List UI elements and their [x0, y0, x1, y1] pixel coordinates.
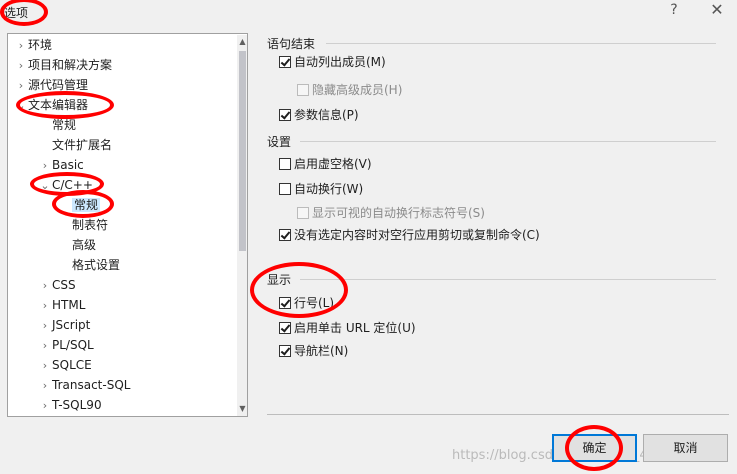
scroll-up-icon[interactable]: ▲ — [237, 35, 247, 49]
tree-item-projects-solutions[interactable]: › 项目和解决方案 — [14, 55, 112, 75]
tree-item-formatting[interactable]: 格式设置 — [58, 255, 120, 275]
auto-list-members-label: 自动列出成员(M) — [294, 55, 386, 69]
tree-item-label: 环境 — [28, 38, 53, 52]
single-click-url-option[interactable]: 启用单击 URL 定位(U) — [279, 319, 416, 339]
tree-item-tabs[interactable]: 制表符 — [58, 215, 108, 235]
chevron-down-icon[interactable]: ⌄ — [38, 176, 52, 196]
wrap-glyphs-checkbox[interactable] — [297, 207, 309, 219]
tree-item-label: 高级 — [72, 238, 97, 252]
copy-cut-blank-line-label: 没有选定内容时对空行应用剪切或复制命令(C) — [294, 228, 540, 242]
section-statement-completion: 语句结束 — [267, 37, 316, 51]
hide-advanced-members-label: 隐藏高级成员(H) — [312, 83, 403, 97]
tree-item-advanced[interactable]: 高级 — [58, 235, 96, 255]
tree-item-label: 文本编辑器 — [28, 98, 89, 112]
auto-list-members-option[interactable]: 自动列出成员(M) — [279, 53, 386, 73]
line-numbers-option[interactable]: 行号(L) — [279, 294, 334, 314]
tree-scrollbar[interactable]: ▲ ▼ — [237, 35, 247, 416]
tree-item-cpp[interactable]: ⌄ C/C++ — [38, 175, 93, 195]
wrap-glyphs-label: 显示可视的自动换行标志符号(S) — [312, 206, 485, 220]
navigation-bar-option[interactable]: 导航栏(N) — [279, 342, 348, 362]
parameter-info-checkbox[interactable] — [279, 109, 291, 121]
options-tree[interactable]: › 环境 › 项目和解决方案 › 源代码管理 ⌄ 文本编辑器 常规 文件扩展名 › Bas… — [7, 33, 248, 417]
copy-cut-blank-line-checkbox[interactable] — [279, 229, 291, 241]
tree-item-label: 常规 — [52, 118, 77, 132]
tree-item-label: HTML — [52, 298, 86, 312]
section-settings: 设置 — [267, 135, 292, 149]
virtual-space-label: 启用虚空格(V) — [294, 157, 372, 171]
tree-item-label: Basic — [52, 158, 84, 172]
chevron-right-icon[interactable]: › — [38, 156, 52, 176]
tree-item-label: 制表符 — [72, 218, 109, 232]
tree-item-transact-sql[interactable]: › Transact-SQL — [38, 375, 131, 396]
tree-item-html[interactable]: › HTML — [38, 295, 86, 316]
chevron-right-icon[interactable]: › — [14, 56, 28, 76]
line-numbers-checkbox[interactable] — [279, 297, 291, 309]
chevron-right-icon[interactable]: › — [38, 356, 52, 376]
chevron-right-icon[interactable]: › — [38, 336, 52, 356]
section-divider — [300, 279, 716, 280]
tree-item-label: PL/SQL — [52, 338, 94, 352]
tree-item-label: SQLCE — [52, 358, 92, 372]
bottom-separator — [267, 414, 729, 415]
tree-item-jscript[interactable]: › JScript — [38, 315, 91, 336]
chevron-right-icon[interactable]: › — [14, 36, 28, 56]
line-numbers-label: 行号(L) — [294, 296, 335, 310]
virtual-space-checkbox[interactable] — [279, 158, 291, 170]
word-wrap-checkbox[interactable] — [279, 183, 291, 195]
ok-button[interactable]: 确定 — [552, 434, 637, 462]
chevron-right-icon[interactable]: › — [38, 396, 52, 416]
tree-item-text-editor[interactable]: ⌄ 文本编辑器 — [14, 95, 88, 115]
navigation-bar-checkbox[interactable] — [279, 345, 291, 357]
chevron-down-icon[interactable]: ⌄ — [14, 96, 28, 116]
tree-item-label: T-SQL90 — [52, 398, 102, 412]
help-icon[interactable]: ? — [665, 2, 683, 18]
tree-item-general[interactable]: 常规 — [38, 115, 76, 135]
virtual-space-option[interactable]: 启用虚空格(V) — [279, 155, 372, 175]
tree-item-label: Transact-SQL — [52, 378, 131, 392]
tree-item-label: JScript — [52, 318, 91, 332]
cancel-button[interactable]: 取消 — [643, 434, 728, 462]
single-click-url-label: 启用单击 URL 定位(U) — [294, 321, 416, 335]
close-icon[interactable]: ✕ — [708, 0, 726, 19]
tree-item-sqlce[interactable]: › SQLCE — [38, 355, 92, 375]
section-display: 显示 — [267, 273, 292, 287]
tree-item-label: CSS — [52, 278, 76, 292]
tree-item-label: 格式设置 — [72, 258, 121, 272]
hide-advanced-members-checkbox[interactable] — [297, 84, 309, 96]
chevron-right-icon[interactable]: › — [38, 276, 52, 296]
auto-list-members-checkbox[interactable] — [279, 56, 291, 68]
parameter-info-option[interactable]: 参数信息(P) — [279, 106, 359, 126]
word-wrap-option[interactable]: 自动换行(W) — [279, 180, 363, 200]
tree-item-label: 常规 — [72, 198, 101, 212]
window-title: 选项 — [4, 6, 29, 20]
navigation-bar-label: 导航栏(N) — [294, 344, 349, 358]
tree-item-label: 源代码管理 — [28, 78, 89, 92]
single-click-url-checkbox[interactable] — [279, 322, 291, 334]
copy-cut-blank-line-option[interactable]: 没有选定内容时对空行应用剪切或复制命令(C) — [279, 226, 540, 246]
hide-advanced-members-option[interactable]: 隐藏高级成员(H) — [297, 81, 402, 101]
tree-item-css[interactable]: › CSS — [38, 275, 76, 295]
chevron-right-icon[interactable]: › — [14, 76, 28, 96]
chevron-right-icon[interactable]: › — [38, 316, 52, 336]
chevron-right-icon[interactable]: › — [38, 376, 52, 396]
section-divider — [326, 43, 716, 44]
tree-item-label: 文件扩展名 — [52, 138, 113, 152]
tree-item-label: 项目和解决方案 — [28, 58, 113, 72]
tree-item-source-control[interactable]: › 源代码管理 — [14, 75, 88, 95]
tree-item-file-extension[interactable]: 文件扩展名 — [38, 135, 112, 155]
title-bar: 选项 ? ✕ — [0, 0, 737, 24]
tree-item-tsql90[interactable]: › T-SQL90 — [38, 395, 102, 415]
scroll-down-icon[interactable]: ▼ — [237, 402, 247, 416]
tree-item-plsql[interactable]: › PL/SQL — [38, 335, 94, 355]
parameter-info-label: 参数信息(P) — [294, 108, 359, 122]
word-wrap-label: 自动换行(W) — [294, 182, 364, 196]
tree-item-label: C/C++ — [52, 178, 93, 192]
wrap-glyphs-option[interactable]: 显示可视的自动换行标志符号(S) — [297, 204, 485, 224]
chevron-right-icon[interactable]: › — [38, 296, 52, 316]
tree-item-environment[interactable]: › 环境 — [14, 35, 52, 55]
section-divider — [300, 141, 716, 142]
scroll-thumb[interactable] — [239, 51, 246, 251]
tree-item-cpp-general[interactable]: 常规 — [58, 195, 101, 215]
tree-item-basic[interactable]: › Basic — [38, 155, 84, 175]
